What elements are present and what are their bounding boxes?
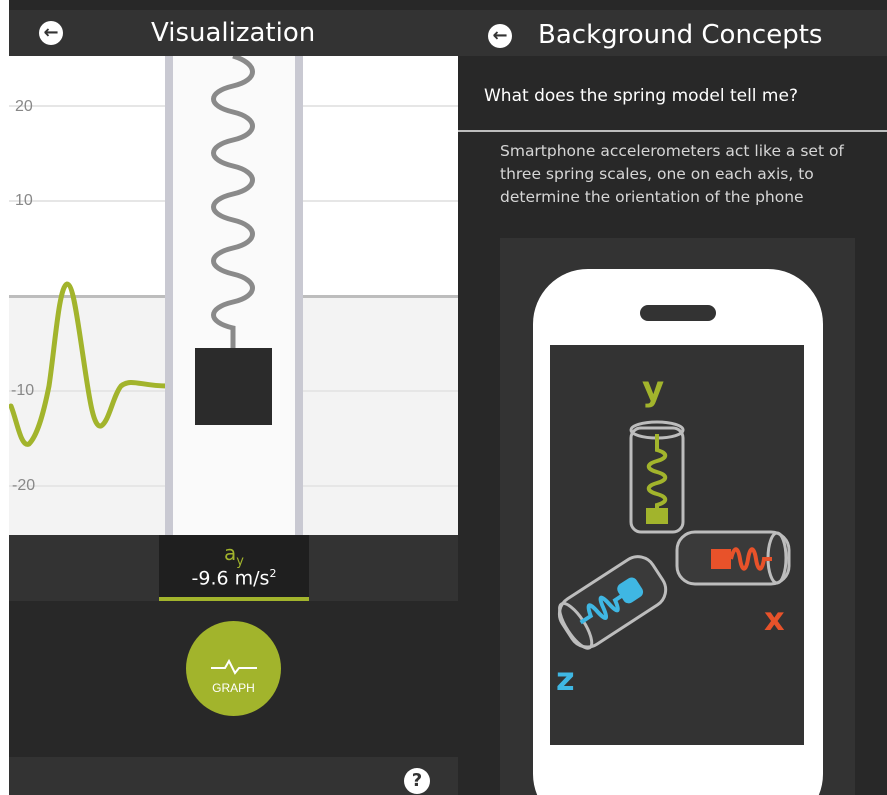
- heartbeat-icon: [211, 658, 257, 675]
- z-axis-label: z: [556, 660, 575, 698]
- readout-exponent: 2: [269, 567, 277, 580]
- readout-symbol-letter: a: [224, 541, 237, 565]
- spring-mass: [195, 348, 272, 425]
- channel-rail: [295, 56, 303, 535]
- concept-paragraph: Smartphone accelerometers act like a set…: [500, 142, 844, 206]
- back-arrow-icon[interactable]: ←: [39, 21, 63, 45]
- readout-symbol: ay: [159, 541, 309, 569]
- app-bar: ← Visualization: [9, 10, 458, 56]
- spring-model-figure: y x z: [500, 238, 855, 795]
- bottom-bar: ?: [9, 757, 458, 795]
- x-axis-label: x: [764, 600, 785, 638]
- visualization-screen: ← Visualization 20 10 -10 -20 ay -9.6 m/…: [9, 0, 458, 795]
- phone-illustration: y x z: [533, 269, 823, 795]
- page-title: Visualization: [151, 18, 316, 48]
- graph-button-label: GRAPH: [212, 681, 255, 695]
- app-bar: ← Background Concepts: [458, 10, 887, 56]
- help-icon[interactable]: ?: [404, 768, 430, 794]
- divider: [458, 130, 887, 132]
- background-concepts-screen: ← Background Concepts What does the spri…: [458, 0, 887, 795]
- spring-coil-icon: [211, 56, 255, 348]
- graph-button[interactable]: GRAPH: [186, 621, 281, 716]
- acceleration-trace: [9, 281, 170, 447]
- question-heading[interactable]: What does the spring model tell me?: [484, 86, 798, 106]
- back-arrow-icon[interactable]: ←: [488, 24, 512, 48]
- x-spring-cylinder: [675, 530, 791, 586]
- graph-area: 20 10 -10 -20: [9, 56, 458, 535]
- readout-underline: [159, 597, 309, 601]
- readout-value-line: -9.6 m/s2: [159, 567, 309, 589]
- y-axis-label: y: [642, 369, 664, 409]
- readout-value: -9.6 m/s: [191, 567, 270, 590]
- acceleration-readout[interactable]: ay -9.6 m/s2: [159, 535, 309, 601]
- channel-rail: [165, 56, 173, 535]
- page-title: Background Concepts: [538, 20, 823, 50]
